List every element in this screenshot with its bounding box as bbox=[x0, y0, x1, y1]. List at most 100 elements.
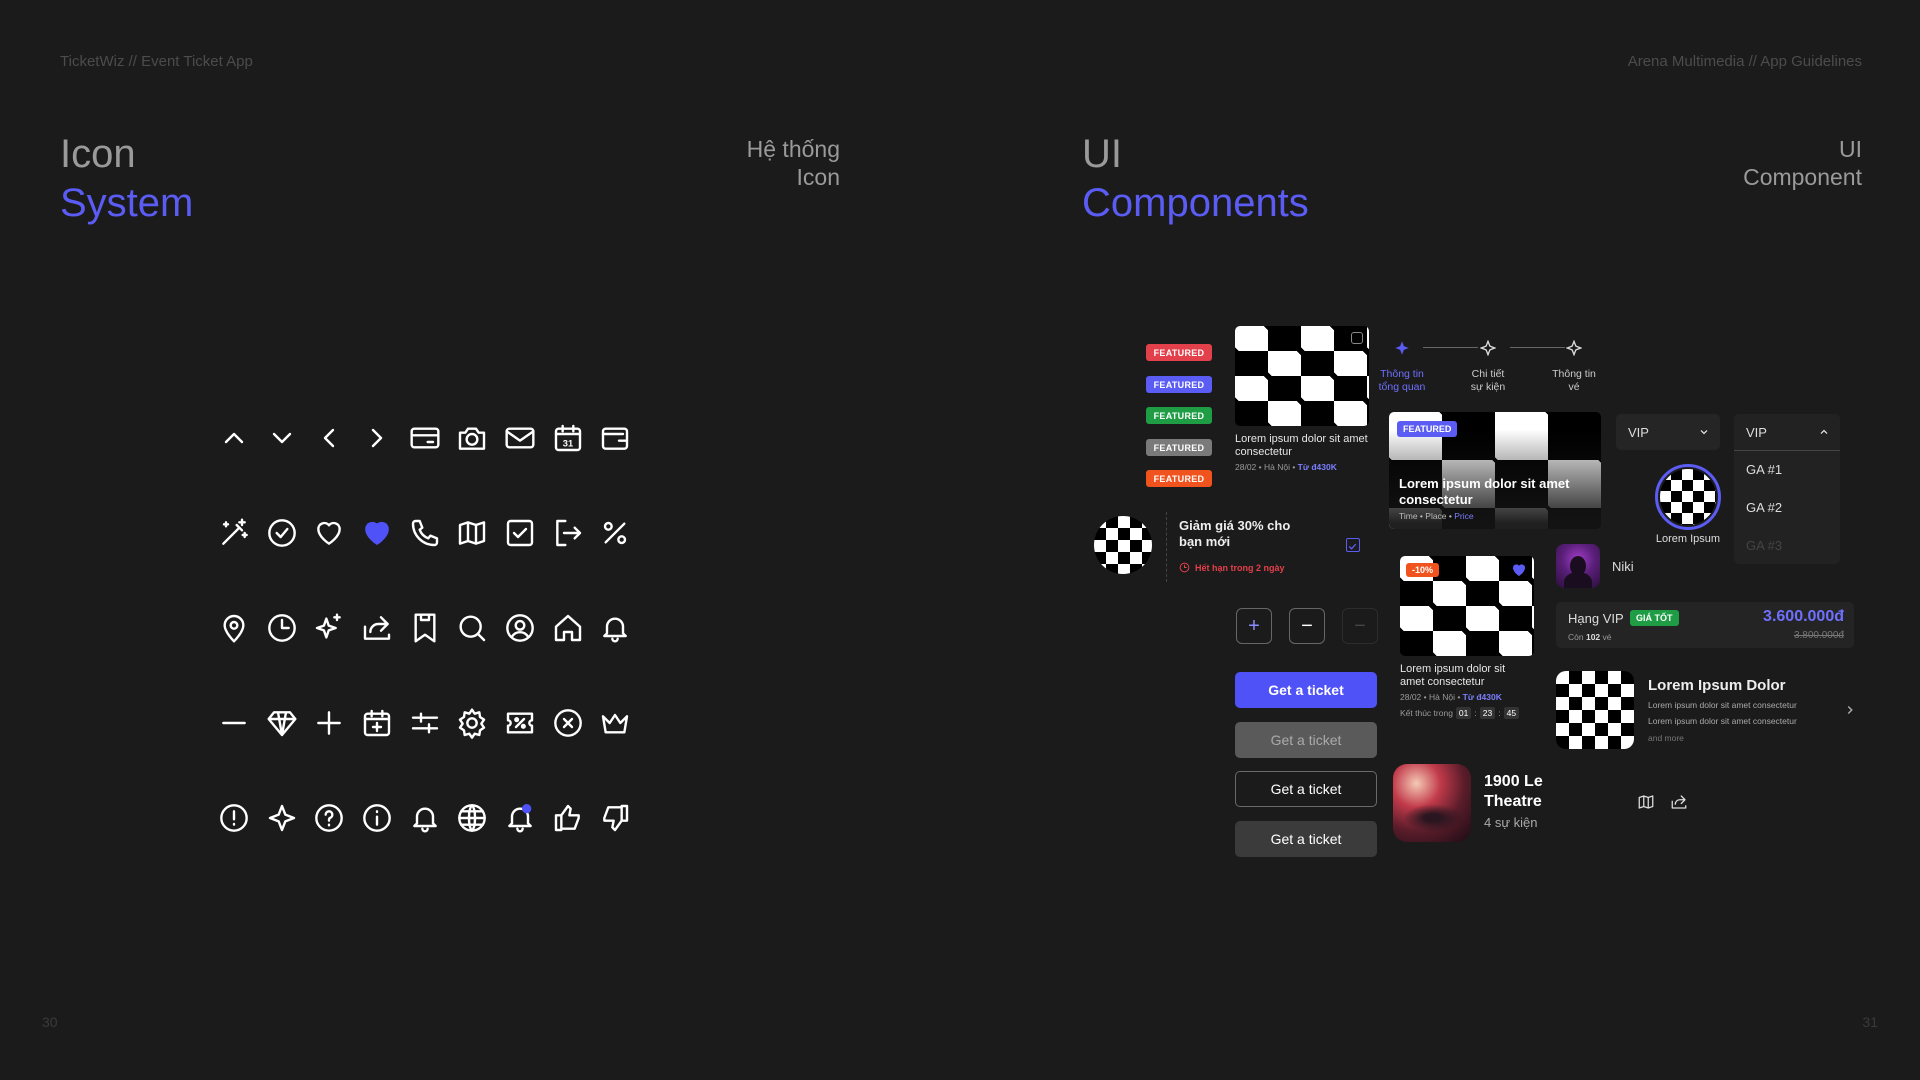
banner-meta: Time • Place • Price bbox=[1399, 511, 1474, 521]
search-icon bbox=[448, 612, 496, 644]
step-icon bbox=[1480, 340, 1496, 356]
plus-icon bbox=[305, 707, 353, 739]
artist-avatar bbox=[1556, 544, 1600, 588]
promo-checkbox[interactable] bbox=[1346, 538, 1360, 552]
favorite-toggle[interactable] bbox=[1351, 332, 1363, 344]
close-circle-icon bbox=[544, 707, 592, 739]
calendar-add-icon bbox=[353, 707, 401, 739]
increment-button[interactable]: + bbox=[1236, 608, 1272, 644]
ticket-tier-row[interactable]: Hạng VIP GIÁ TỐT Còn 102 vé 3.600.000đ 3… bbox=[1556, 602, 1854, 648]
get-ticket-button-dark[interactable]: Get a ticket bbox=[1235, 821, 1377, 857]
dropdown-value: VIP bbox=[1746, 425, 1767, 440]
tier-dropdown-open[interactable]: VIP GA #1 GA #2 GA #3 bbox=[1734, 414, 1840, 564]
bell-dot-icon bbox=[496, 802, 544, 834]
venue-image bbox=[1393, 764, 1471, 842]
step-label-active[interactable]: Thông tin tổng quan bbox=[1367, 368, 1437, 394]
countdown-hours: 01 bbox=[1455, 707, 1472, 719]
guideline-label: Arena Multimedia // App Guidelines bbox=[1627, 53, 1862, 70]
dropdown-option[interactable]: GA #1 bbox=[1746, 462, 1782, 477]
countdown-minutes: 23 bbox=[1479, 707, 1496, 719]
chevron-up-icon bbox=[1820, 429, 1828, 434]
page-number-left: 30 bbox=[42, 1014, 58, 1030]
featured-banner[interactable]: FEATURED Lorem ipsum dolor sit amet cons… bbox=[1389, 412, 1601, 529]
chevron-right-icon bbox=[353, 422, 401, 454]
event-card[interactable]: Lorem ipsum dolor sit amet consectetur 2… bbox=[1235, 326, 1369, 472]
alert-circle-icon bbox=[210, 802, 258, 834]
promo-voucher[interactable]: Giảm giá 30% cho bạn mới Hết hạn trong 2… bbox=[1094, 512, 1370, 582]
map-icon bbox=[448, 517, 496, 549]
bookmark-icon bbox=[401, 612, 449, 644]
svg-text:31: 31 bbox=[562, 438, 572, 448]
info-circle-icon bbox=[353, 802, 401, 834]
list-item-title[interactable]: Lorem Ipsum Dolor bbox=[1648, 677, 1786, 694]
artist-name[interactable]: Niki bbox=[1612, 559, 1634, 574]
chevron-left-icon bbox=[305, 422, 353, 454]
heart-filled-icon[interactable] bbox=[1510, 561, 1528, 579]
diamond-icon bbox=[258, 707, 306, 739]
icon-system-title: Icon System bbox=[60, 132, 194, 225]
avatar-selected[interactable] bbox=[1655, 464, 1721, 530]
minus-icon bbox=[210, 707, 258, 739]
icon-row bbox=[210, 485, 640, 580]
featured-badge-blue: FEATURED bbox=[1146, 376, 1212, 393]
event-thumbnail: -10% bbox=[1400, 556, 1534, 656]
promo-title: Giảm giá 30% cho bạn mới bbox=[1179, 518, 1291, 549]
decrement-button-disabled[interactable]: − bbox=[1342, 608, 1378, 644]
event-title: Lorem ipsum dolor sit amet consectetur bbox=[1400, 663, 1506, 688]
event-card-discount[interactable]: -10% Lorem ipsum dolor sit amet consecte… bbox=[1400, 556, 1534, 719]
tier-dropdown[interactable]: VIP bbox=[1616, 414, 1720, 450]
step-active-icon bbox=[1395, 341, 1409, 355]
star-outline-icon bbox=[258, 802, 306, 834]
tier-price: 3.600.000đ bbox=[1763, 608, 1844, 625]
countdown: Kết thúc trong 01: 23: 45 bbox=[1400, 707, 1534, 719]
clock-icon bbox=[1179, 562, 1190, 573]
voucher-divider bbox=[1166, 512, 1167, 582]
user-circle-icon bbox=[496, 612, 544, 644]
crown-icon bbox=[592, 707, 640, 739]
heart-icon bbox=[305, 517, 353, 549]
chevron-right-icon[interactable] bbox=[1843, 703, 1857, 717]
chevron-up-icon bbox=[210, 422, 258, 454]
bell-outline-icon bbox=[401, 802, 449, 834]
countdown-seconds: 45 bbox=[1503, 707, 1520, 719]
step-label[interactable]: Chi tiết sự kiện bbox=[1453, 368, 1523, 394]
percent-icon bbox=[592, 517, 640, 549]
get-ticket-button-primary[interactable]: Get a ticket bbox=[1235, 672, 1377, 708]
page-number-right: 31 bbox=[1862, 1014, 1878, 1030]
ui-components-title: UI Components bbox=[1082, 132, 1309, 225]
check-circle-icon bbox=[258, 517, 306, 549]
tier-name: Hạng VIP bbox=[1568, 611, 1624, 626]
dropdown-option-disabled: GA #3 bbox=[1746, 538, 1783, 553]
stepper-line bbox=[1510, 347, 1565, 348]
featured-badge-green: FEATURED bbox=[1146, 407, 1212, 424]
checkbox-icon bbox=[496, 517, 544, 549]
project-label: TicketWiz // Event Ticket App bbox=[60, 53, 253, 70]
share-icon[interactable] bbox=[1670, 793, 1688, 816]
icon-row: 31 bbox=[210, 390, 640, 485]
list-item-line: Lorem ipsum dolor sit amet consectetur bbox=[1648, 716, 1797, 726]
stepper-line bbox=[1423, 347, 1478, 348]
list-item-line: Lorem ipsum dolor sit amet consectetur bbox=[1648, 700, 1797, 710]
featured-badge-grey: FEATURED bbox=[1146, 439, 1212, 456]
icon-system-subtitle: Hệ thống Icon bbox=[746, 136, 840, 190]
get-ticket-button-outline[interactable]: Get a ticket bbox=[1235, 771, 1377, 807]
dropdown-option[interactable]: GA #2 bbox=[1746, 500, 1782, 515]
venue-name[interactable]: 1900 Le Theatre bbox=[1484, 772, 1604, 812]
map-icon[interactable] bbox=[1637, 793, 1655, 816]
discount-badge: -10% bbox=[1406, 563, 1440, 577]
magic-wand-icon bbox=[210, 517, 258, 549]
featured-badge: FEATURED bbox=[1397, 421, 1458, 437]
logout-icon bbox=[544, 517, 592, 549]
sliders-icon bbox=[401, 707, 449, 739]
location-pin-icon bbox=[210, 612, 258, 644]
icon-grid: 31 bbox=[210, 390, 640, 865]
list-item-thumbnail bbox=[1556, 671, 1634, 749]
step-label[interactable]: Thông tin vé bbox=[1539, 368, 1609, 394]
icon-row bbox=[210, 580, 640, 675]
get-ticket-button-disabled[interactable]: Get a ticket bbox=[1235, 722, 1377, 758]
check-icon bbox=[1348, 543, 1357, 550]
ticket-percent-icon bbox=[496, 707, 544, 739]
gear-icon bbox=[448, 707, 496, 739]
decrement-button[interactable]: − bbox=[1289, 608, 1325, 644]
chevron-down-icon bbox=[1700, 430, 1708, 435]
